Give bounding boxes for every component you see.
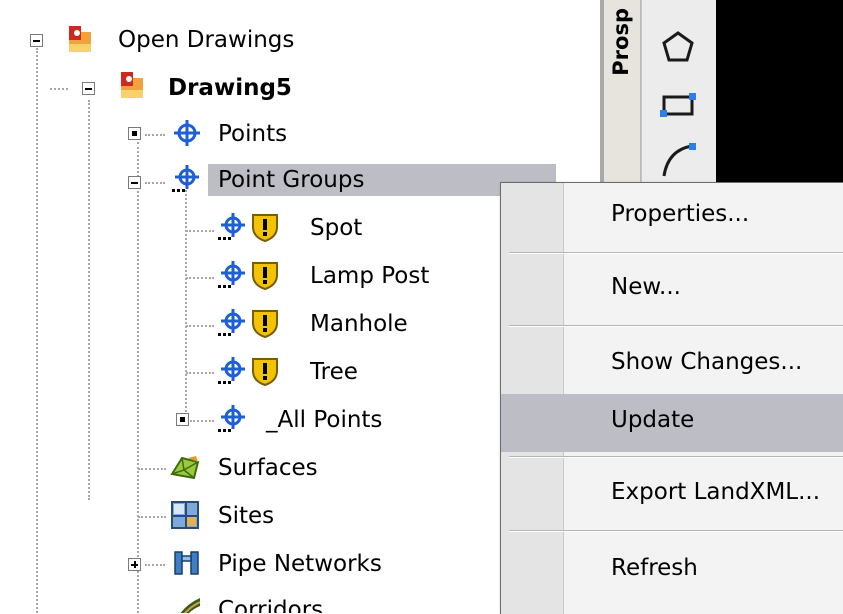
rectangle-tool-button[interactable] — [652, 82, 704, 128]
pipe-network-icon — [172, 548, 202, 578]
point-group-icon — [218, 404, 248, 434]
tree-item-points[interactable]: Points — [218, 118, 287, 150]
point-group-icon — [218, 308, 248, 338]
expand-toggle-points[interactable] — [128, 127, 141, 140]
tree-item-open-drawings[interactable]: Open Drawings — [118, 24, 294, 56]
menu-item-show-changes[interactable]: Show Changes... — [501, 336, 843, 394]
menu-separator — [509, 252, 843, 254]
tree-item-pipe-networks[interactable]: Pipe Networks — [218, 548, 382, 580]
expand-toggle-pipe-networks[interactable] — [128, 558, 141, 571]
menu-item-export-landxml[interactable]: Export LandXML... — [501, 466, 843, 524]
collapse-toggle-point-groups[interactable] — [128, 176, 141, 189]
point-group-icon — [218, 356, 248, 386]
menu-item-refresh[interactable]: Refresh — [501, 542, 843, 600]
drawing-icon — [118, 70, 148, 100]
arc-tool-button[interactable] — [652, 134, 704, 180]
tree-item-manhole[interactable]: Manhole — [310, 308, 408, 340]
collapse-toggle-drawing5[interactable] — [82, 82, 95, 95]
menu-item-label: Show Changes... — [611, 349, 803, 375]
warning-icon — [250, 356, 280, 386]
prospector-tab-label: Prosp — [609, 8, 633, 76]
rectangle-icon — [660, 93, 696, 117]
menu-separator — [509, 456, 843, 458]
menu-item-label: Update — [611, 407, 695, 433]
surface-icon — [170, 452, 200, 482]
menu-item-label: Refresh — [611, 555, 698, 581]
menu-item-label: New... — [611, 274, 681, 300]
warning-icon — [250, 308, 280, 338]
point-icon — [172, 118, 202, 148]
tree-item-spot[interactable]: Spot — [310, 212, 362, 244]
tree-item-lamp-post[interactable]: Lamp Post — [310, 260, 429, 292]
corridor-icon — [172, 596, 202, 613]
arc-icon — [662, 143, 696, 177]
tree-item-tree[interactable]: Tree — [310, 356, 358, 388]
point-group-icon — [172, 164, 202, 194]
tree-item-sites[interactable]: Sites — [218, 500, 274, 532]
drawings-icon — [66, 24, 96, 54]
menu-item-new[interactable]: New... — [501, 261, 843, 319]
menu-separator — [509, 530, 843, 532]
tree-item-surfaces[interactable]: Surfaces — [218, 452, 318, 484]
tree-item-corridors[interactable]: Corridors — [218, 594, 323, 613]
menu-item-properties[interactable]: Properties... — [501, 188, 843, 246]
context-menu: Properties... New... Show Changes... Upd… — [500, 182, 843, 614]
expand-toggle-all-points[interactable] — [176, 413, 189, 426]
menu-separator — [509, 325, 843, 327]
sites-icon — [170, 500, 200, 530]
polygon-icon — [662, 31, 694, 62]
warning-icon — [250, 212, 280, 242]
warning-icon — [250, 260, 280, 290]
point-group-icon — [218, 212, 248, 242]
menu-item-update[interactable]: Update — [501, 394, 843, 452]
point-group-icon — [218, 260, 248, 290]
menu-item-label: Properties... — [611, 201, 750, 227]
menu-item-label: Export LandXML... — [611, 479, 821, 505]
collapse-toggle-open-drawings[interactable] — [30, 34, 43, 47]
tree-item-drawing5[interactable]: Drawing5 — [168, 72, 292, 104]
tree-item-all-points[interactable]: _All Points — [266, 404, 382, 436]
polygon-tool-button[interactable] — [652, 24, 704, 70]
